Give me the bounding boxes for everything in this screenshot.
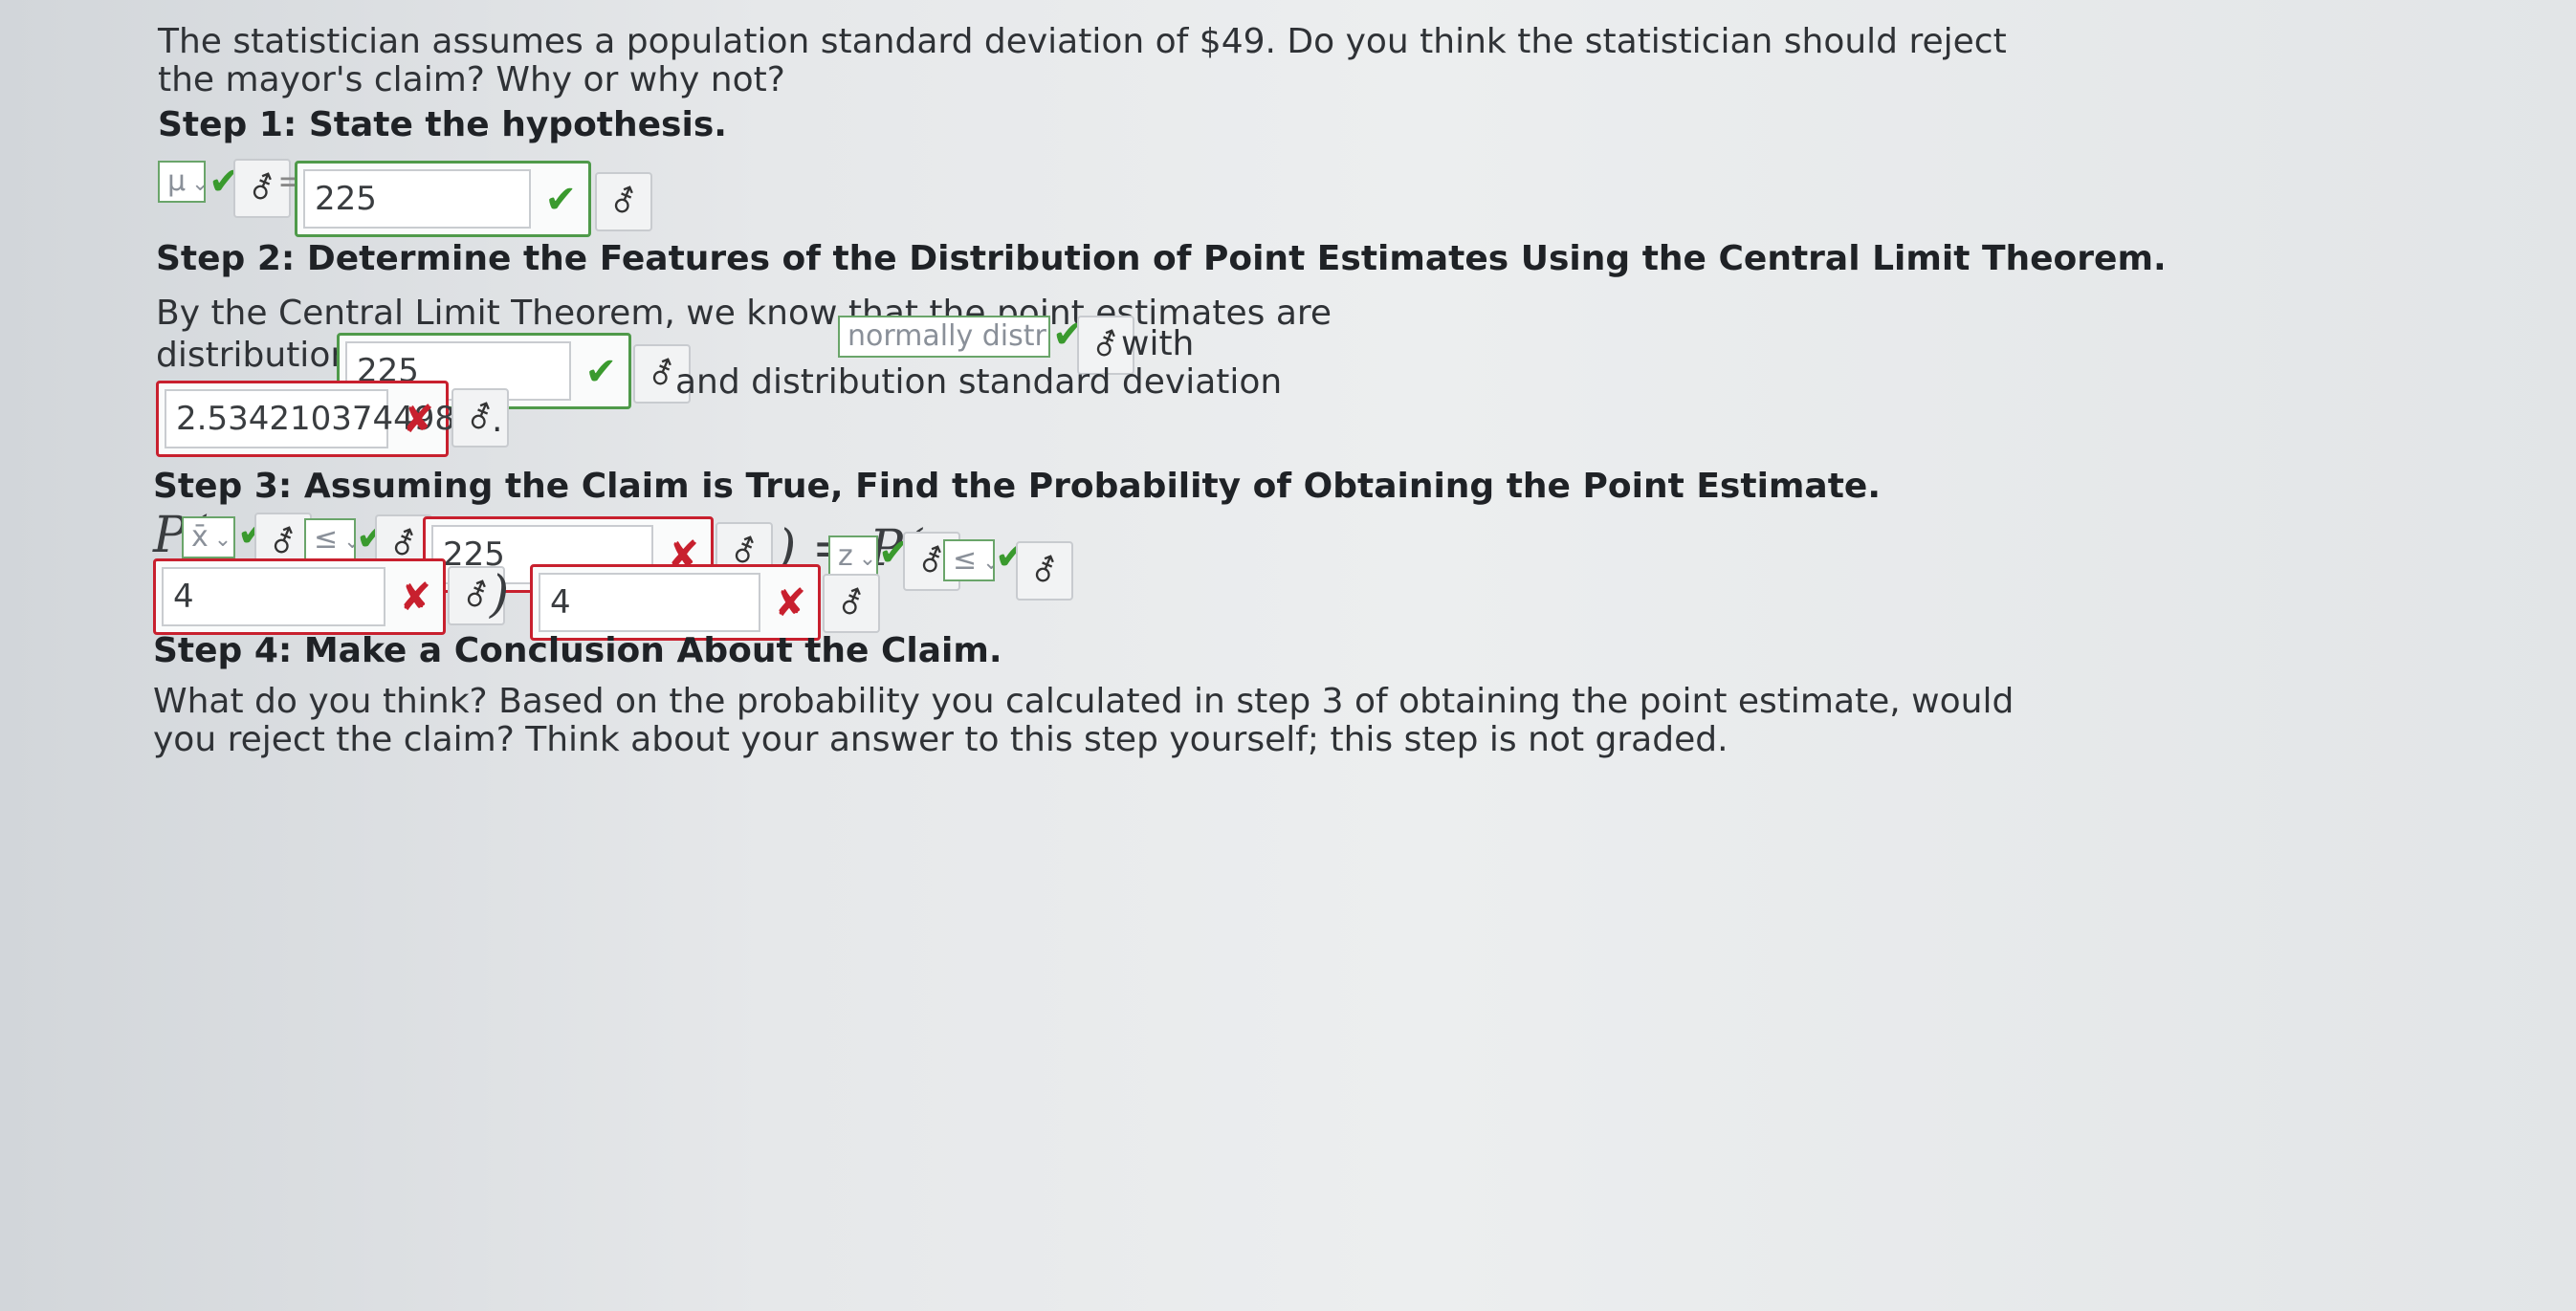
sd-label: and distribution standard deviation	[675, 362, 1283, 402]
question-line-2: the mayor's claim? Why or why not?	[158, 60, 785, 99]
step3-heading: Step 3: Assuming the Claim is True, Find…	[153, 467, 1882, 506]
inequality-select[interactable]: ≤⌄	[304, 518, 356, 560]
chevron-down-icon: ⌄	[982, 551, 993, 575]
probability-input[interactable]: 4	[539, 573, 760, 632]
chevron-down-icon: ⌄	[191, 172, 204, 196]
cross-icon: ✘	[399, 576, 431, 620]
variable-select-value: x̄	[191, 520, 209, 554]
chevron-down-icon: ⌄	[213, 528, 232, 552]
variable-select[interactable]: x̄ ⌄	[182, 516, 235, 558]
inequality2-select-value: ≤	[953, 543, 978, 577]
param-select[interactable]: μ⌄	[158, 161, 206, 203]
check-icon: ✔	[544, 178, 577, 222]
step4-heading: Step 4: Make a Conclusion About the Clai…	[153, 631, 1002, 670]
z-value-input[interactable]: 4	[162, 567, 385, 626]
step2-heading: Step 2: Determine the Features of the Di…	[156, 239, 2167, 278]
inequality-select-value: ≤	[314, 522, 339, 556]
param-select-value: μ	[167, 164, 187, 198]
chevron-down-icon: ⌄	[858, 547, 877, 571]
hypothesis-value-input[interactable]: 225	[303, 169, 531, 229]
period: .	[492, 401, 503, 440]
check-icon: ✔	[584, 350, 617, 394]
inequality2-select[interactable]: ≤⌄	[943, 539, 995, 581]
chevron-down-icon: ⌄	[343, 530, 354, 554]
hypothesis-value-field[interactable]: 225 ✔	[295, 161, 591, 237]
conclusion-line-2: you reject the claim? Think about your a…	[153, 720, 1728, 759]
z-value-field[interactable]: 4 ✘	[153, 558, 446, 635]
distribution-select-value: normally distributed	[848, 319, 1048, 353]
with-label: with	[1121, 324, 1195, 363]
sd-value-field[interactable]: 2.534210374498 ✘	[156, 381, 455, 457]
math-tools-icon[interactable]: ⚦	[1016, 541, 1073, 601]
conclusion-line-1: What do you think? Based on the probabil…	[153, 682, 2015, 721]
cross-icon: ✘	[774, 581, 806, 625]
step1-heading: Step 1: State the hypothesis.	[158, 105, 727, 144]
cross-icon: ✘	[402, 398, 434, 442]
z-select[interactable]: z ⌄	[828, 535, 878, 578]
distribution-select[interactable]: normally distributed⌄	[838, 316, 1050, 358]
probability-field[interactable]: 4 ✘	[530, 564, 821, 641]
sd-value-input[interactable]: 2.534210374498	[165, 389, 455, 448]
math-tools-icon[interactable]: ⚦	[823, 574, 880, 633]
z-select-value: z	[838, 539, 853, 573]
math-tools-icon[interactable]: ⚦	[595, 172, 652, 231]
question-line-1: The statistician assumes a population st…	[158, 22, 2007, 61]
page: The statistician assumes a population st…	[0, 0, 2576, 1311]
